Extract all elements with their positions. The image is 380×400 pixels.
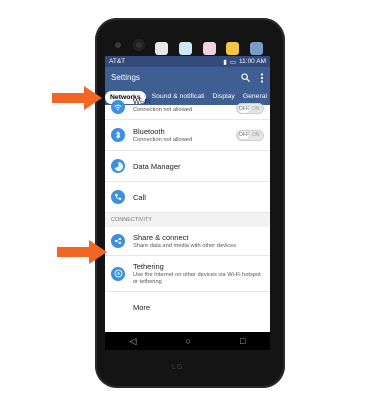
setting-title: Share & connect bbox=[133, 232, 189, 242]
system-nav-bar: ◁ ○ □ bbox=[105, 332, 270, 350]
screen: AT&T ▮ ▭ 11:00 AM Settings Networks Soun… bbox=[105, 56, 270, 332]
toggle-knob: OFF bbox=[239, 104, 249, 113]
app-shortcut-icon[interactable] bbox=[178, 41, 192, 55]
page-title: Settings bbox=[111, 73, 140, 82]
back-icon[interactable]: ◁ bbox=[130, 336, 137, 347]
setting-item-more[interactable]: More bbox=[105, 292, 270, 323]
tethering-icon bbox=[111, 266, 125, 281]
setting-item-data-manager[interactable]: Data Manager bbox=[105, 151, 270, 182]
toggle-on-label: ON bbox=[252, 132, 260, 138]
second-screen-icons bbox=[149, 40, 269, 56]
setting-subtitle: Share data and media with other devices bbox=[133, 242, 237, 249]
setting-item-call[interactable]: Call bbox=[105, 182, 270, 213]
setting-item-bluetooth[interactable]: Bluetooth Connection not allowed OFF ON bbox=[105, 120, 270, 151]
app-shortcut-icon[interactable] bbox=[226, 41, 240, 55]
app-bar: Settings bbox=[105, 67, 270, 88]
status-bar: AT&T ▮ ▭ 11:00 AM bbox=[105, 56, 270, 67]
section-header-connectivity: CONNECTIVITY bbox=[105, 213, 270, 227]
app-shortcut-icon[interactable] bbox=[202, 41, 216, 55]
status-right: ▮ ▭ 11:00 AM bbox=[223, 58, 266, 66]
setting-title: Bluetooth bbox=[133, 126, 165, 136]
setting-subtitle: Connection not allowed bbox=[133, 136, 193, 143]
wifi-icon bbox=[111, 100, 125, 114]
setting-title: Wi-Fi bbox=[133, 97, 151, 106]
status-time: 11:00 AM bbox=[239, 58, 266, 65]
search-icon[interactable] bbox=[241, 73, 250, 82]
bluetooth-toggle[interactable]: OFF ON bbox=[236, 129, 264, 141]
recents-icon[interactable]: □ bbox=[240, 336, 245, 346]
setting-subtitle: Connection not allowed bbox=[133, 107, 193, 113]
app-shortcut-icon[interactable] bbox=[155, 41, 168, 55]
battery-icon: ▭ bbox=[229, 58, 237, 66]
setting-title: Data Manager bbox=[133, 161, 181, 171]
more-vert-icon[interactable] bbox=[260, 72, 264, 83]
carrier-label: AT&T bbox=[109, 58, 126, 65]
data-manager-icon bbox=[111, 159, 125, 173]
call-icon bbox=[111, 190, 125, 204]
bluetooth-icon bbox=[111, 128, 125, 142]
share-icon bbox=[111, 234, 125, 248]
brand-logo: LG bbox=[172, 364, 184, 371]
toggle-knob: OFF bbox=[239, 131, 249, 139]
setting-item-tethering[interactable]: Tethering Use the Internet on other devi… bbox=[105, 256, 270, 292]
settings-list: Wi-Fi Connection not allowed OFF ON Blue… bbox=[105, 97, 270, 323]
pointer-arrow-tab bbox=[52, 86, 102, 110]
setting-title: More bbox=[133, 303, 151, 312]
front-camera bbox=[133, 39, 145, 51]
signal-icon: ▮ bbox=[223, 58, 227, 66]
setting-title: Call bbox=[133, 192, 146, 202]
app-shortcut-icon[interactable] bbox=[250, 41, 263, 55]
front-sensor bbox=[115, 42, 121, 48]
wifi-toggle[interactable]: OFF ON bbox=[236, 103, 264, 114]
pointer-arrow-share bbox=[57, 240, 107, 264]
toggle-on-label: ON bbox=[252, 105, 260, 112]
setting-subtitle: Use the Internet on other devices via Wi… bbox=[133, 271, 261, 285]
setting-item-share-connect[interactable]: Share & connect Share data and media wit… bbox=[105, 227, 270, 256]
setting-item-wifi[interactable]: Wi-Fi Connection not allowed OFF ON bbox=[105, 97, 270, 120]
home-icon[interactable]: ○ bbox=[186, 336, 191, 346]
setting-title: Tethering bbox=[133, 261, 164, 271]
